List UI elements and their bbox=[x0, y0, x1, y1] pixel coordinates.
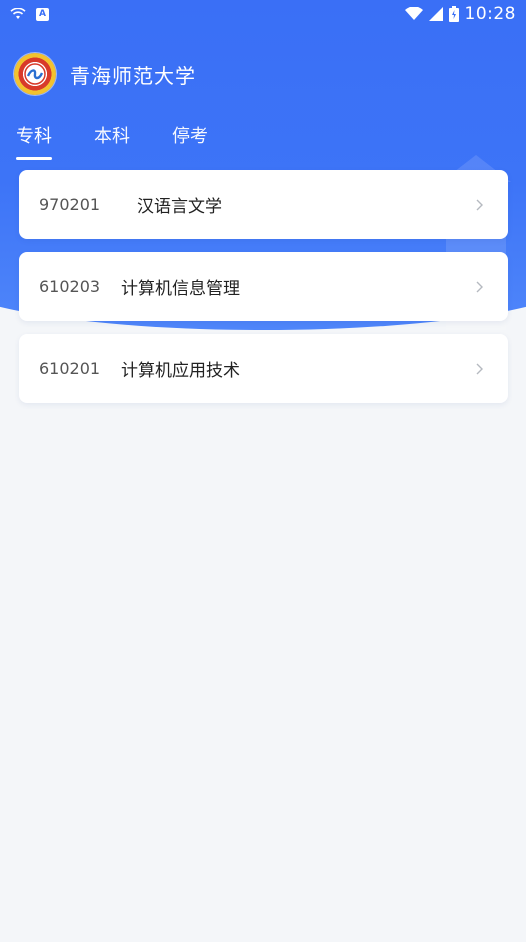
major-code: 970201 bbox=[39, 195, 101, 214]
wifi-signal-icon bbox=[404, 7, 423, 20]
tab-benke[interactable]: 本科 bbox=[94, 122, 130, 160]
status-bar: A 10:28 bbox=[0, 0, 526, 28]
major-code: 610201 bbox=[39, 359, 101, 378]
tab-tingkao[interactable]: 停考 bbox=[172, 122, 208, 160]
major-list: 970201 汉语言文学 610203 计算机信息管理 610201 计算机应用… bbox=[19, 170, 508, 416]
page-title: 青海师范大学 bbox=[70, 63, 196, 88]
tab-zhuanke[interactable]: 专科 bbox=[16, 122, 52, 160]
wifi-icon bbox=[10, 8, 26, 19]
chevron-right-icon bbox=[476, 199, 483, 210]
list-item[interactable]: 610203 计算机信息管理 bbox=[19, 252, 508, 321]
battery-icon bbox=[448, 6, 459, 22]
logo-emblem-icon bbox=[24, 63, 46, 85]
list-item[interactable]: 970201 汉语言文学 bbox=[19, 170, 508, 239]
major-name: 汉语言文学 bbox=[137, 197, 222, 217]
notification-a-icon: A bbox=[36, 7, 49, 21]
clock: 10:28 bbox=[464, 4, 516, 24]
university-logo-icon bbox=[14, 53, 56, 95]
app-header: 青海师范大学 bbox=[14, 52, 196, 96]
cell-signal-icon bbox=[428, 7, 443, 21]
app-screen: A 10:28 青海师范大学 专科 本科 停考 970201 汉语言文学 610… bbox=[0, 0, 526, 942]
level-tabs: 专科 本科 停考 bbox=[16, 122, 208, 160]
major-name: 计算机应用技术 bbox=[121, 361, 240, 381]
major-name: 计算机信息管理 bbox=[121, 279, 240, 299]
chevron-right-icon bbox=[476, 281, 483, 292]
chevron-right-icon bbox=[476, 363, 483, 374]
list-item[interactable]: 610201 计算机应用技术 bbox=[19, 334, 508, 403]
major-code: 610203 bbox=[39, 277, 101, 296]
